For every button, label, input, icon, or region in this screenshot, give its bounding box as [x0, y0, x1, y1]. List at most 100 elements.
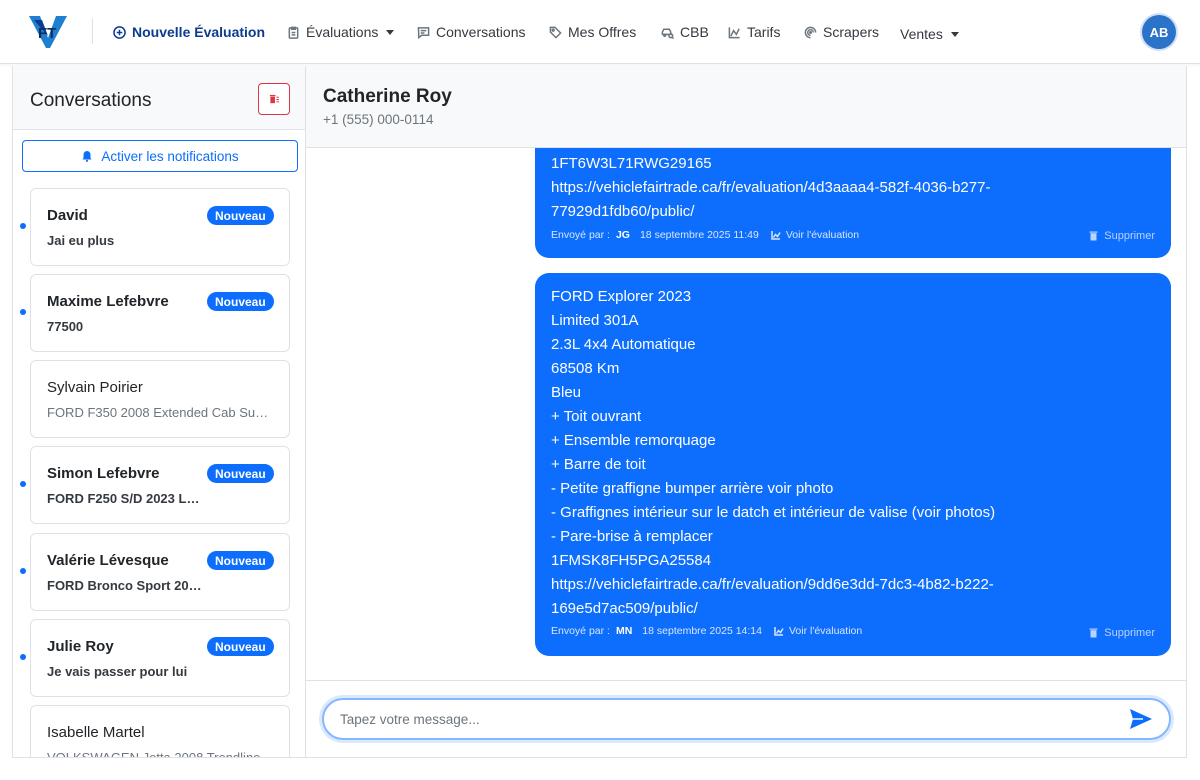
contact-name: Catherine Roy [323, 86, 452, 107]
notifications-label: Activer les notifications [101, 148, 239, 164]
sidebar-title: Conversations [30, 90, 152, 111]
send-icon [1130, 709, 1152, 729]
trash-icon [269, 94, 279, 103]
conversation-item[interactable]: Valérie Lévesque Nouveau FORD Bronco Spo… [20, 533, 290, 611]
delete-message-button[interactable]: Supprimer [1089, 230, 1155, 242]
trash-icon [1089, 628, 1098, 638]
message-composer [306, 680, 1186, 757]
conversation-preview: Jai eu plus [47, 233, 115, 248]
message-list[interactable]: 1FT6W3L71RWG29165 https://vehiclefairtrad… [306, 148, 1186, 680]
conversation-item[interactable]: Maxime Lefebvre Nouveau 77500 [20, 274, 290, 352]
message-line: 68508 Km [551, 360, 620, 377]
view-evaluation-label: Voir l'évaluation [785, 229, 860, 241]
nav-my-offers[interactable]: Mes Offres [549, 22, 636, 42]
chevron-down-icon [386, 29, 395, 35]
top-navbar: FT Nouvelle Évaluation Évaluations Conve… [0, 0, 1200, 64]
sent-by-label: Envoyé par : [551, 229, 610, 241]
tag-icon [549, 26, 562, 39]
conversation-item[interactable]: David Nouveau Jai eu plus [20, 188, 290, 266]
message-input[interactable] [322, 698, 1171, 740]
enable-notifications-button[interactable]: Activer les notifications [22, 140, 298, 172]
sidebar-header: Conversations [13, 66, 305, 130]
conversation-name: David [47, 207, 88, 224]
nav-label: Ventes [900, 26, 943, 42]
nav-new-evaluation[interactable]: Nouvelle Évaluation [113, 22, 265, 42]
conversation-item[interactable]: Simon Lefebvre Nouveau FORD F250 S/D 202… [20, 446, 290, 524]
clipboard-icon [288, 26, 299, 39]
conversation-name: Valérie Lévesque [47, 552, 169, 569]
chart-line-icon [774, 627, 784, 636]
message-text: 1FT6W3L71RWG29165 https://vehiclefairtrad… [551, 152, 990, 224]
chevron-down-icon [950, 31, 959, 37]
message-meta: Envoyé par : JG 18 septembre 2025 11:49 … [551, 229, 859, 241]
conversation-name: Julie Roy [47, 638, 114, 655]
conversation-name: Maxime Lefebvre [47, 293, 169, 310]
conversation-preview: FORD Bronco Sport 2022 [47, 578, 203, 593]
unread-dot [20, 223, 26, 229]
conversation-preview: Je vais passer pour lui [47, 664, 188, 679]
unread-dot [20, 481, 26, 487]
nav-label: CBB [680, 24, 709, 40]
message-line: - Graffignes intérieur sur le datch et i… [551, 504, 996, 521]
nav-label: Tarifs [747, 24, 781, 40]
conversation-item[interactable]: Sylvain Poirier FORD F350 2008 Extended … [30, 360, 290, 438]
chart-line-icon [771, 231, 781, 240]
conversation-preview: FORD F250 S/D 2023 Lariat [47, 491, 203, 506]
nav-cbb[interactable]: CBB [661, 22, 709, 42]
view-evaluation-link[interactable]: Voir l'évaluation [774, 625, 862, 637]
conversations-sidebar: Conversations Activer les notifications … [12, 66, 306, 758]
conversation-name: Isabelle Martel [47, 724, 145, 741]
conversation-preview: FORD F350 2008 Extended Cab Super Duty [47, 405, 273, 420]
sender-initials: MN [615, 625, 633, 637]
contact-phone: +1 (555) 000-0114 [323, 112, 434, 127]
unread-dot [20, 309, 26, 315]
message-line: 2.3L 4x4 Automatique [551, 336, 696, 353]
swirl-icon [804, 26, 817, 38]
delete-conversations-button[interactable] [258, 83, 290, 115]
conversation-item[interactable]: Julie Roy Nouveau Je vais passer pour lu… [20, 619, 290, 697]
message-line: + Toit ouvrant [551, 408, 642, 425]
message-text: FORD Explorer 2023 Limited 301A 2.3L 4x4 A… [551, 285, 995, 621]
message-line: 77929d1fdb60/public/ [551, 203, 695, 220]
delete-message-button[interactable]: Supprimer [1089, 627, 1155, 639]
send-button[interactable] [1129, 708, 1155, 730]
nav-divider [92, 18, 93, 44]
message-line: Bleu [551, 384, 582, 401]
message-bubble: 1FT6W3L71RWG29165 https://vehiclefairtrad… [535, 148, 1171, 258]
sent-by-label: Envoyé par : [551, 625, 610, 637]
conversation-preview: VOLKSWAGEN Jetta 2008 Trendline [47, 750, 261, 758]
message-line: https://vehiclefairtrade.ca/fr/evaluatio… [551, 576, 994, 593]
nav-tarifs[interactable]: Tarifs [728, 22, 780, 42]
delete-label: Supprimer [1104, 627, 1155, 639]
message-meta: Envoyé par : MN 18 septembre 2025 14:14 … [551, 625, 862, 637]
unread-dot [20, 654, 26, 660]
chat-icon [417, 26, 430, 39]
message-date: 18 septembre 2025 11:49 [639, 229, 759, 241]
conversation-name: Simon Lefebvre [47, 465, 160, 482]
message-line: + Barre de toit [551, 456, 646, 473]
message-line: 1FMSK8FH5PGA25584 [551, 552, 712, 569]
logo[interactable]: FT [28, 14, 68, 50]
new-badge: Nouveau [207, 206, 274, 225]
plus-circle-icon [113, 25, 126, 39]
conversation-item[interactable]: Isabelle Martel VOLKSWAGEN Jetta 2008 Tr… [30, 705, 290, 758]
user-avatar[interactable]: AB [1142, 15, 1176, 49]
bell-icon [82, 151, 92, 162]
nav-conversations[interactable]: Conversations [417, 22, 526, 42]
message-line: Limited 301A [551, 312, 639, 329]
nav-ventes[interactable]: Ventes [900, 24, 959, 44]
nav-label: Scrapers [823, 24, 880, 40]
nav-label: Nouvelle Évaluation [132, 24, 266, 40]
view-evaluation-label: Voir l'évaluation [788, 625, 863, 637]
message-line: - Petite graffigne bumper arrière voir p… [551, 480, 834, 497]
message-line: 169e5d7ac509/public/ [551, 600, 698, 617]
view-evaluation-link[interactable]: Voir l'évaluation [771, 229, 859, 241]
nav-evaluations[interactable]: Évaluations [287, 22, 395, 42]
delete-label: Supprimer [1104, 230, 1155, 242]
chart-line-icon [728, 26, 740, 38]
nav-scrapers[interactable]: Scrapers [804, 22, 879, 42]
message-bubble: FORD Explorer 2023 Limited 301A 2.3L 4x4 A… [535, 273, 1171, 656]
conversation-name: Sylvain Poirier [47, 379, 143, 396]
new-badge: Nouveau [207, 292, 274, 311]
unread-dot [20, 568, 26, 574]
